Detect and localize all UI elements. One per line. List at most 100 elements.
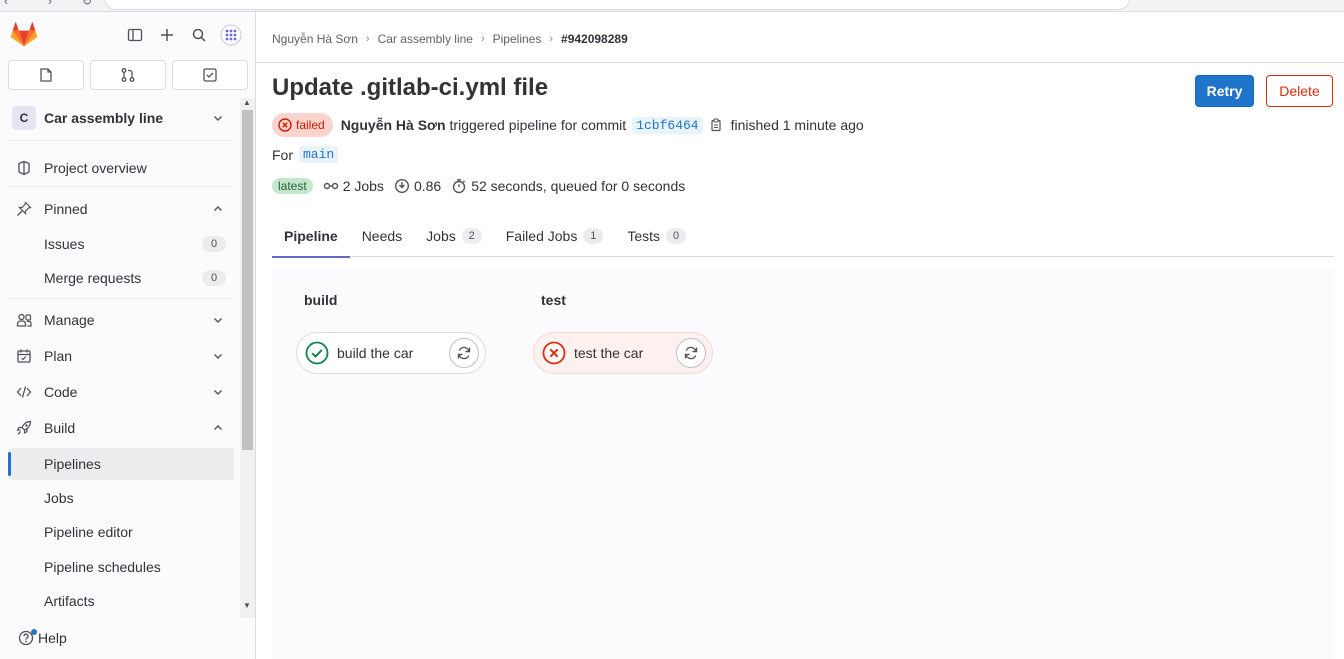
sidebar-toggle-icon[interactable] (123, 23, 147, 47)
nav-merge-requests[interactable]: Merge requests 0 (8, 262, 234, 294)
tab-pipeline[interactable]: Pipeline (272, 214, 350, 258)
tab-needs[interactable]: Needs (350, 214, 414, 257)
sidebar-scrollbar[interactable]: ▲ ▼ (240, 98, 255, 618)
chevron-down-icon (210, 312, 226, 328)
nav-label: Pipeline editor (44, 524, 133, 540)
pipeline-meta: failed Nguyễn Hà Sơn triggered pipeline … (272, 113, 864, 137)
breadcrumb-project[interactable]: Car assembly line (378, 32, 473, 46)
tab-count-badge: 1 (583, 227, 604, 244)
project-avatar: C (12, 106, 36, 130)
job-build-the-car[interactable]: build the car (296, 332, 486, 374)
nav-pipelines[interactable]: Pipelines (8, 448, 234, 480)
chevron-down-icon (210, 384, 226, 400)
create-new-icon[interactable] (155, 23, 179, 47)
gitlab-logo-icon[interactable] (10, 21, 38, 49)
project-icon (16, 160, 32, 176)
chevron-up-icon (210, 420, 226, 436)
sidebar-nav: C Car assembly line Project overview Pin… (0, 98, 240, 618)
nav-manage[interactable]: Manage (8, 304, 232, 336)
nav-jobs[interactable]: Jobs (8, 482, 234, 514)
project-switcher[interactable]: C Car assembly line (8, 102, 232, 134)
divider (256, 62, 1344, 63)
copy-icon[interactable] (709, 118, 723, 132)
coverage-stat: 0.86 (394, 178, 441, 194)
nav-label: Project overview (44, 160, 147, 176)
breadcrumb-current[interactable]: #942098289 (561, 32, 628, 46)
tab-count-badge: 0 (666, 227, 687, 244)
scroll-down-icon[interactable]: ▼ (243, 601, 251, 610)
search-icon[interactable] (187, 23, 211, 47)
nav-code[interactable]: Code (8, 376, 232, 408)
merge-requests-count-badge: 0 (202, 270, 226, 286)
nav-artifacts[interactable]: Artifacts (8, 585, 234, 617)
nav-project-overview[interactable]: Project overview (8, 152, 232, 184)
divider (8, 140, 232, 141)
for-label: For (272, 146, 293, 163)
forward-icon[interactable]: › (48, 0, 52, 8)
nav-label: Manage (44, 312, 95, 328)
job-name: build the car (337, 345, 414, 361)
nav-label: Issues (44, 236, 85, 252)
rocket-icon (16, 420, 32, 436)
todos-button[interactable] (172, 60, 248, 90)
tab-label: Failed Jobs (505, 227, 578, 244)
status-badge[interactable]: failed (272, 113, 333, 137)
chevron-right-icon: › (480, 33, 485, 45)
user-avatar-icon[interactable] (219, 23, 243, 47)
back-icon[interactable]: ‹ (4, 0, 8, 8)
users-icon (16, 312, 32, 328)
scrollbar-thumb[interactable] (242, 110, 253, 450)
status-success-icon (305, 341, 329, 365)
nav-label: Pipelines (44, 456, 101, 472)
commit-sha-link[interactable]: 1cbf6464 (632, 116, 703, 134)
coverage-value: 0.86 (413, 178, 442, 194)
jobs-count: 2 Jobs (342, 178, 384, 194)
browser-chrome: ‹ › ↻ (0, 0, 1344, 12)
status-failed-icon (542, 341, 566, 365)
nav-label: Pipeline schedules (44, 559, 161, 575)
status-failed-icon (278, 118, 292, 132)
branch-link[interactable]: main (299, 146, 339, 163)
merge-requests-button[interactable] (90, 60, 166, 90)
retry-job-button[interactable] (449, 338, 479, 368)
divider (8, 186, 232, 187)
nav-label: Pinned (44, 201, 88, 217)
tab-tests[interactable]: Tests 0 (615, 214, 698, 257)
address-bar[interactable] (104, 0, 1130, 10)
calendar-icon (16, 348, 32, 364)
delete-button[interactable]: Delete (1266, 75, 1333, 107)
timer-icon (452, 179, 466, 194)
chevron-down-icon (210, 110, 226, 126)
sidebar-header (0, 12, 256, 58)
author-link[interactable]: Nguyễn Hà Sơn (341, 117, 446, 133)
pipeline-graph: build build the car test test the car (272, 268, 1334, 659)
tab-failed-jobs[interactable]: Failed Jobs 1 (494, 214, 616, 257)
tab-label: Tests (627, 227, 661, 244)
nav-issues[interactable]: Issues 0 (8, 228, 234, 260)
reload-icon[interactable]: ↻ (82, 0, 92, 8)
page-title: Update .gitlab-ci.yml file (272, 74, 549, 101)
assigned-issues-button[interactable] (8, 60, 84, 90)
nav-pipeline-editor[interactable]: Pipeline editor (8, 516, 234, 548)
status-label: failed (296, 118, 325, 132)
issues-count-badge: 0 (202, 236, 226, 252)
pipeline-tabs: Pipeline Needs Jobs 2 Failed Jobs 1 Test… (272, 214, 1334, 258)
notification-dot (31, 629, 37, 635)
breadcrumb-user[interactable]: Nguyễn Hà Sơn (272, 32, 358, 46)
triggered-text: triggered pipeline for commit (449, 117, 627, 133)
tab-jobs[interactable]: Jobs 2 (414, 214, 494, 257)
nav-plan[interactable]: Plan (8, 340, 232, 372)
breadcrumb-pipelines[interactable]: Pipelines (493, 32, 542, 46)
retry-job-button[interactable] (676, 338, 706, 368)
nav-pinned[interactable]: Pinned (8, 193, 232, 225)
job-test-the-car[interactable]: test the car (533, 332, 713, 374)
nav-build[interactable]: Build (8, 412, 232, 444)
nav-pipeline-schedules[interactable]: Pipeline schedules (8, 551, 234, 583)
scroll-up-icon[interactable]: ▲ (243, 98, 251, 107)
retry-icon (684, 346, 698, 360)
retry-button[interactable]: Retry (1195, 75, 1254, 107)
help-button[interactable]: Help (18, 629, 67, 646)
code-icon (16, 384, 32, 400)
coverage-icon (394, 178, 409, 194)
stage-title: build (304, 292, 338, 308)
